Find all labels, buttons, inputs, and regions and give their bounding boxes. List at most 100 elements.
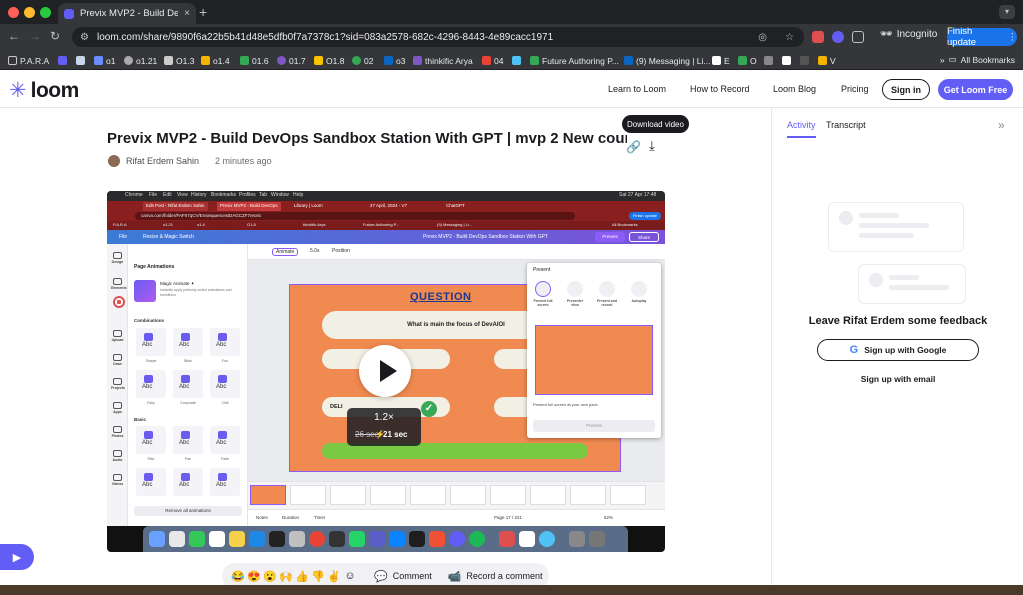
address-bar[interactable]: ⚙ loom.com/share/9890f6a22b5b41d48e5dfb0… xyxy=(72,27,804,47)
url-text[interactable]: loom.com/share/9890f6a22b5b41d48e5dfb0f7… xyxy=(97,32,750,43)
close-window-icon[interactable] xyxy=(8,7,19,18)
bookmark-item[interactable]: o1.4 xyxy=(201,54,230,67)
recorded-bookmark: thinkific Arya xyxy=(303,222,326,227)
comment-button[interactable]: 💬 Comment xyxy=(374,570,432,583)
emoji-reaction[interactable]: 👍 xyxy=(294,570,310,583)
bookmark-item[interactable]: 04 xyxy=(482,54,503,67)
bookmark-item[interactable]: thinkific Arya xyxy=(413,54,473,67)
bookmark-star-icon[interactable]: ☆ xyxy=(785,32,794,43)
animate-control: Animate xyxy=(272,248,299,256)
bookmark-item[interactable]: P.A.R.A xyxy=(8,54,49,67)
reload-icon[interactable]: ↻ xyxy=(50,29,60,43)
present-thumbnail xyxy=(535,325,653,395)
browser-tab[interactable]: Previx MVP2 - Build DevOps Sandbox Stati… xyxy=(58,3,196,24)
emoji-reaction[interactable]: 😍 xyxy=(246,570,262,583)
all-bookmarks[interactable]: » ▭ All Bookmarks xyxy=(940,54,1015,65)
back-icon[interactable]: ← xyxy=(8,29,20,43)
emoji-reaction[interactable]: 😂 xyxy=(230,570,246,583)
play-button-icon[interactable] xyxy=(359,345,411,397)
canva-side-item: Apps xyxy=(111,402,124,414)
bookmark-item[interactable] xyxy=(782,54,791,67)
author-name[interactable]: Rifat Erdem Sahin xyxy=(126,156,199,166)
loom-logo[interactable]: ✳ loom xyxy=(9,79,79,103)
google-signup-button[interactable]: G Sign up with Google xyxy=(817,339,979,361)
bookmark-label: thinkific Arya xyxy=(425,55,473,66)
browser-toolbar: ← → ↻ ⚙ loom.com/share/9890f6a22b5b41d48… xyxy=(0,24,1023,50)
bookmark-item[interactable]: o3 xyxy=(384,54,405,67)
loom-extension-icon[interactable] xyxy=(832,31,844,43)
emoji-reaction[interactable]: 👎 xyxy=(310,570,326,583)
avatar[interactable] xyxy=(108,155,120,167)
canva-timer: Timer xyxy=(314,515,326,520)
maximize-window-icon[interactable] xyxy=(40,7,51,18)
bookmark-item[interactable]: 01.7 xyxy=(277,54,306,67)
download-icon[interactable]: ⤓ xyxy=(649,138,655,154)
mac-menu-item: Tab xyxy=(259,192,268,198)
nav-learn-to-loom[interactable]: Learn to Loom xyxy=(608,84,666,94)
bookmark-item[interactable]: V xyxy=(818,54,836,67)
bookmark-item[interactable]: o1.21 xyxy=(124,54,157,67)
mac-menu-item: File xyxy=(149,192,158,198)
bookmark-item[interactable]: O1.8 xyxy=(314,54,344,67)
email-signup-link[interactable]: Sign up with email xyxy=(772,374,1023,384)
bookmark-item[interactable]: 02 xyxy=(352,54,373,67)
bookmark-item[interactable]: o1 xyxy=(94,54,115,67)
site-info-icon[interactable]: ⚙ xyxy=(80,32,89,43)
time-ago: 2 minutes ago xyxy=(215,156,272,166)
bookmark-item[interactable]: (9) Messaging | Li... xyxy=(624,54,711,67)
feedback-illustration xyxy=(858,264,966,304)
copy-link-icon[interactable]: 🔗 xyxy=(626,140,641,154)
anim-card: Abc Blink xyxy=(173,328,203,363)
present-option: Autoplay xyxy=(627,281,651,303)
canva-side-item: Draw xyxy=(111,354,124,366)
playback-speed-badge[interactable]: 1.2× 26 sec ⚡ 21 sec xyxy=(347,408,421,446)
tab-activity[interactable]: Activity xyxy=(787,120,816,130)
new-tab-button[interactable]: + xyxy=(199,4,207,20)
minimize-window-icon[interactable] xyxy=(24,7,35,18)
bookmark-label: Future Authoring P... xyxy=(542,55,619,66)
present-description: Present full screen at your own pace xyxy=(533,402,598,407)
tab-search-icon[interactable]: ▾ xyxy=(999,5,1015,19)
emoji-reaction[interactable]: ✌️ xyxy=(326,570,342,583)
nav-pricing[interactable]: Pricing xyxy=(841,84,869,94)
finish-update-button[interactable]: Finish update ⋮ xyxy=(947,26,1017,48)
bookmarks-bar: P.A.R.A o1 o1.21 O1.3 o1.4 01.6 01.7 O1.… xyxy=(0,50,1023,70)
canva-share-button: Share xyxy=(629,232,659,242)
emoji-reaction[interactable]: 😮 xyxy=(262,570,278,583)
nav-loom-blog[interactable]: Loom Blog xyxy=(773,84,816,94)
forward-icon[interactable]: → xyxy=(29,29,41,43)
loom-logo-text: loom xyxy=(30,79,80,102)
record-comment-button[interactable]: 📹 Record a comment xyxy=(448,570,543,583)
bookmark-label: 01.7 xyxy=(289,55,306,66)
google-signup-label: Sign up with Google xyxy=(864,345,947,355)
collapse-panel-icon[interactable]: » xyxy=(998,118,1005,132)
extensions-puzzle-icon[interactable] xyxy=(852,31,864,43)
get-loom-free-button[interactable]: Get Loom Free xyxy=(938,79,1013,100)
recorded-bookmarks: P.A.R.A o1.21 o1.4 O1.8 thinkific Arya F… xyxy=(107,221,665,230)
more-bookmarks-icon[interactable]: » xyxy=(940,55,945,65)
bookmark-item[interactable] xyxy=(764,54,773,67)
bookmark-item[interactable] xyxy=(76,54,85,67)
bookmark-item[interactable]: Future Authoring P... xyxy=(530,54,619,67)
record-camera-button[interactable]: ▶ xyxy=(0,544,34,570)
nav-how-to-record[interactable]: How to Record xyxy=(690,84,750,94)
bookmark-item[interactable] xyxy=(58,54,67,67)
bookmark-item[interactable]: O xyxy=(738,54,757,67)
tab-transcript[interactable]: Transcript xyxy=(826,120,866,130)
add-reaction-icon[interactable]: ☺ xyxy=(342,570,358,582)
bookmark-item[interactable]: 01.6 xyxy=(240,54,269,67)
sign-in-button[interactable]: Sign in xyxy=(882,79,930,100)
emoji-reaction[interactable]: 🙌 xyxy=(278,570,294,583)
present-option: Presenter view xyxy=(563,281,587,307)
extension-icon[interactable] xyxy=(812,31,824,43)
incognito-indicator[interactable]: 🕶 Incognito xyxy=(880,29,937,40)
present-panel-title: Present xyxy=(533,267,551,273)
bookmark-item[interactable]: E xyxy=(712,54,730,67)
bookmark-label: O xyxy=(750,55,757,66)
bookmark-item[interactable]: O1.3 xyxy=(164,54,194,67)
eye-off-icon[interactable]: ◎ xyxy=(758,32,767,43)
tab-close-icon[interactable]: × xyxy=(184,8,190,19)
bookmark-item[interactable] xyxy=(800,54,809,67)
video-player[interactable]: Chrome File Edit View History Bookmarks … xyxy=(107,191,665,552)
bookmark-item[interactable] xyxy=(512,54,521,67)
